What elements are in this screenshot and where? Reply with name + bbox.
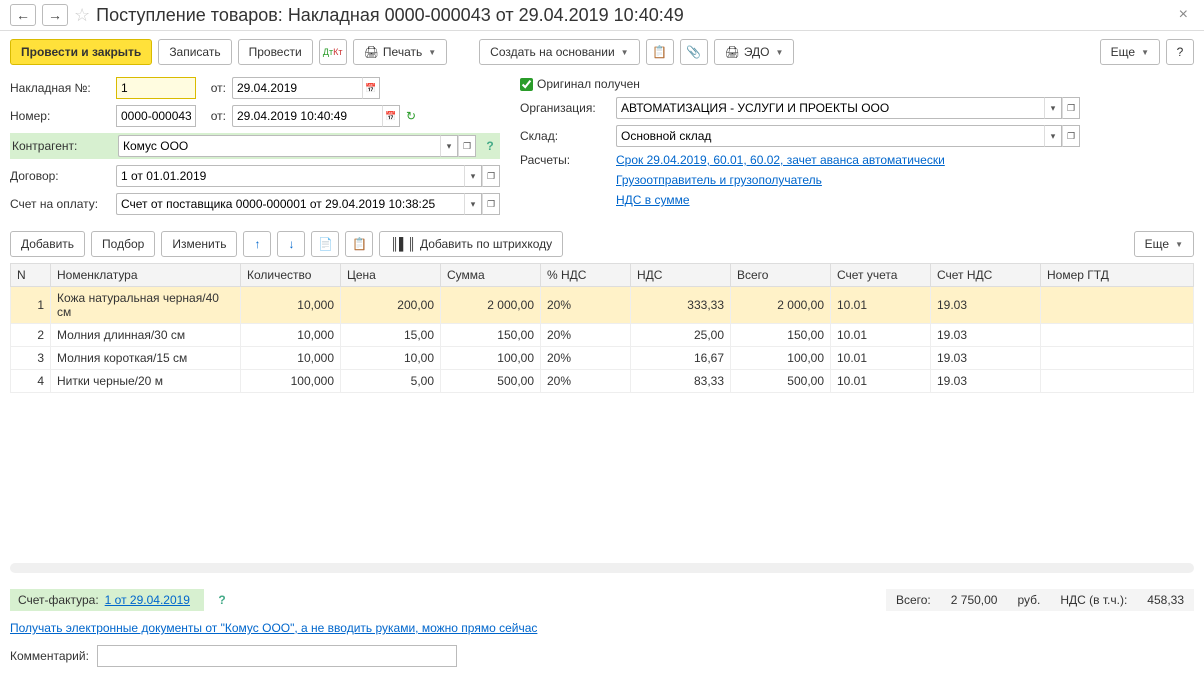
- favorite-icon[interactable]: ☆: [74, 5, 90, 26]
- org-input[interactable]: [616, 97, 1044, 119]
- refresh-icon[interactable]: ↻: [406, 109, 416, 123]
- post-and-close-button[interactable]: Провести и закрыть: [10, 39, 152, 65]
- total-value: 2 750,00: [951, 593, 998, 607]
- warehouse-input[interactable]: [616, 125, 1044, 147]
- shipper-link[interactable]: Грузоотправитель и грузополучатель: [616, 173, 822, 187]
- settlements-label: Расчеты:: [520, 153, 610, 167]
- invoice-no-input[interactable]: [116, 77, 196, 99]
- help-icon[interactable]: ?: [214, 592, 230, 608]
- barcode-icon: ║▌║: [390, 237, 416, 251]
- chevron-down-icon: ▼: [621, 48, 629, 57]
- page-title: Поступление товаров: Накладная 0000-0000…: [96, 5, 1167, 26]
- more-button[interactable]: Еще ▼: [1100, 39, 1160, 65]
- move-down-button[interactable]: ↓: [277, 231, 305, 257]
- col-sum[interactable]: Сумма: [441, 264, 541, 287]
- items-table: N Номенклатура Количество Цена Сумма % Н…: [10, 263, 1194, 393]
- copy-button[interactable]: 📄: [311, 231, 339, 257]
- move-up-button[interactable]: ↑: [243, 231, 271, 257]
- edit-button[interactable]: Изменить: [161, 231, 237, 257]
- help-icon[interactable]: ?: [482, 138, 498, 154]
- org-label: Организация:: [520, 101, 610, 115]
- open-icon[interactable]: ❐: [1062, 97, 1080, 119]
- contract-input[interactable]: [116, 165, 464, 187]
- attachments-button[interactable]: 📎: [680, 39, 708, 65]
- dropdown-icon[interactable]: ▾: [464, 193, 482, 215]
- table-more-button[interactable]: Еще ▼: [1134, 231, 1194, 257]
- col-acct[interactable]: Счет учета: [831, 264, 931, 287]
- dropdown-icon[interactable]: ▾: [1044, 125, 1062, 147]
- table-row[interactable]: 4Нитки черные/20 м100,0005,00500,0020%83…: [11, 370, 1194, 393]
- dropdown-icon[interactable]: ▾: [464, 165, 482, 187]
- settlements-link[interactable]: Срок 29.04.2019, 60.01, 60.02, зачет ава…: [616, 153, 945, 167]
- open-icon[interactable]: ❐: [482, 193, 500, 215]
- original-received-label: Оригинал получен: [537, 77, 640, 91]
- dropdown-icon[interactable]: ▾: [1044, 97, 1062, 119]
- number-label: Номер:: [10, 109, 110, 123]
- edo-icon: 🖨: [725, 45, 740, 59]
- dropdown-icon[interactable]: ▾: [440, 135, 458, 157]
- number-date-input[interactable]: [232, 105, 382, 127]
- horizontal-scrollbar[interactable]: [10, 563, 1194, 573]
- help-button[interactable]: ?: [1166, 39, 1194, 65]
- from-label-2: от:: [202, 109, 226, 123]
- calendar-icon[interactable]: 📅: [382, 105, 400, 127]
- invoice-factura-label: Счет-фактура:: [18, 593, 99, 607]
- contract-label: Договор:: [10, 169, 110, 183]
- warehouse-label: Склад:: [520, 129, 610, 143]
- total-label: Всего:: [896, 593, 931, 607]
- table-row[interactable]: 1Кожа натуральная черная/40 см10,000200,…: [11, 287, 1194, 324]
- from-label: от:: [202, 81, 226, 95]
- printer-icon: 🖨: [364, 45, 379, 59]
- col-qty[interactable]: Количество: [241, 264, 341, 287]
- invoice-no-label: Накладная №:: [10, 81, 110, 95]
- col-nomenclature[interactable]: Номенклатура: [51, 264, 241, 287]
- back-button[interactable]: ←: [10, 4, 36, 26]
- close-icon[interactable]: ×: [1173, 4, 1194, 26]
- open-icon[interactable]: ❐: [458, 135, 476, 157]
- invoice-for-input[interactable]: [116, 193, 464, 215]
- number-input[interactable]: [116, 105, 196, 127]
- col-n[interactable]: N: [11, 264, 51, 287]
- col-price[interactable]: Цена: [341, 264, 441, 287]
- open-icon[interactable]: ❐: [482, 165, 500, 187]
- chevron-down-icon: ▼: [428, 48, 436, 57]
- chevron-down-icon: ▼: [1141, 48, 1149, 57]
- forward-button[interactable]: →: [42, 4, 68, 26]
- edo-button[interactable]: 🖨 ЭДО ▼: [714, 39, 795, 65]
- vat-link[interactable]: НДС в сумме: [616, 193, 690, 207]
- structure-button[interactable]: 📋: [646, 39, 674, 65]
- pick-button[interactable]: Подбор: [91, 231, 155, 257]
- invoice-factura-link[interactable]: 1 от 29.04.2019: [105, 593, 190, 607]
- col-vat-pct[interactable]: % НДС: [541, 264, 631, 287]
- invoice-date-input[interactable]: [232, 77, 362, 99]
- currency-label: руб.: [1017, 593, 1040, 607]
- col-vat-acct[interactable]: Счет НДС: [931, 264, 1041, 287]
- dt-kt-button[interactable]: ДтКт: [319, 39, 347, 65]
- open-icon[interactable]: ❐: [1062, 125, 1080, 147]
- col-total[interactable]: Всего: [731, 264, 831, 287]
- print-button[interactable]: 🖨 Печать ▼: [353, 39, 447, 65]
- invoice-for-label: Счет на оплату:: [10, 197, 110, 211]
- original-received-checkbox[interactable]: [520, 78, 533, 91]
- save-button[interactable]: Записать: [158, 39, 231, 65]
- vat-total-label: НДС (в т.ч.):: [1060, 593, 1127, 607]
- col-vat[interactable]: НДС: [631, 264, 731, 287]
- add-row-button[interactable]: Добавить: [10, 231, 85, 257]
- paste-button[interactable]: 📋: [345, 231, 373, 257]
- post-button[interactable]: Провести: [238, 39, 313, 65]
- add-barcode-button[interactable]: ║▌║ Добавить по штрихкоду: [379, 231, 563, 257]
- contractor-label: Контрагент:: [12, 139, 112, 153]
- col-gtd[interactable]: Номер ГТД: [1041, 264, 1194, 287]
- comment-label: Комментарий:: [10, 649, 89, 663]
- table-row[interactable]: 2Молния длинная/30 см10,00015,00150,0020…: [11, 324, 1194, 347]
- contractor-input[interactable]: [118, 135, 440, 157]
- chevron-down-icon: ▼: [776, 48, 784, 57]
- create-based-button[interactable]: Создать на основании ▼: [479, 39, 639, 65]
- vat-total-value: 458,33: [1147, 593, 1184, 607]
- edo-promo-link[interactable]: Получать электронные документы от "Комус…: [10, 621, 537, 635]
- chevron-down-icon: ▼: [1175, 240, 1183, 249]
- table-row[interactable]: 3Молния короткая/15 см10,00010,00100,002…: [11, 347, 1194, 370]
- calendar-icon[interactable]: 📅: [362, 77, 380, 99]
